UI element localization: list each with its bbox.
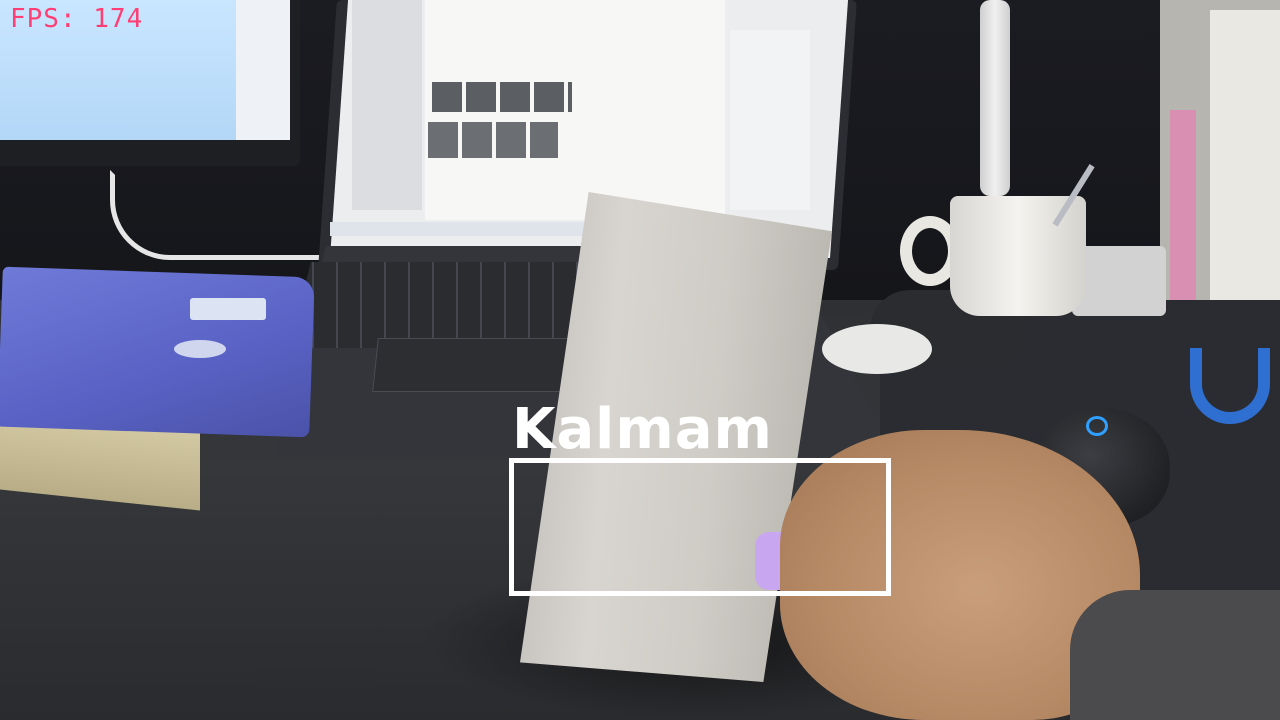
speaker [1072,246,1166,316]
white-mug [950,196,1086,316]
fps-counter: FPS: 174 [10,4,144,34]
mouse-logo-icon [1086,416,1108,436]
tracker-label: Kalmam [512,397,773,462]
sleeve [1070,590,1280,720]
camera-frame: FPS: 174 Kalmam [0,0,1280,720]
white-charger-puck [822,324,932,374]
blue-book [0,266,315,438]
laptop-thumbnail-pane [352,0,422,210]
tracking-bounding-box [509,458,891,596]
book-logo [174,340,226,358]
shelf-book-pink [1170,110,1196,310]
monitor-side-panel [236,0,290,140]
book-label [190,298,266,320]
cable [110,170,330,260]
shelf-book-white [1210,10,1280,310]
laptop-touchpad [372,338,590,392]
desk-lamp [980,0,1010,196]
document-figure-row [428,122,558,158]
document-figure-row [432,82,572,112]
laptop-taskbar [330,222,590,236]
laptop-side-pane [730,30,810,210]
